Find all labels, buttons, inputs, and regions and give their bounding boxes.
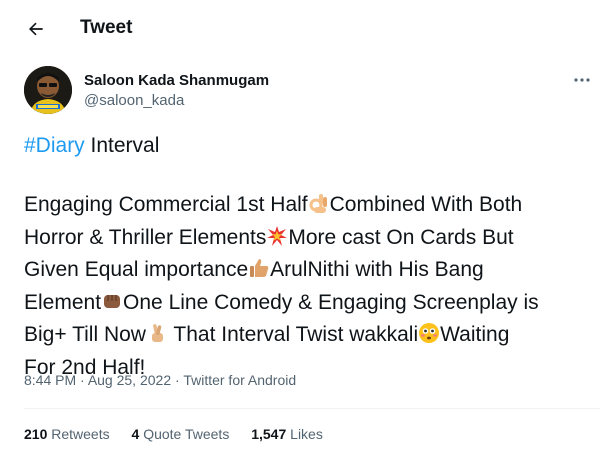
tweet-line: Given Equal importance ArulNithi with Hi…	[24, 255, 584, 288]
tweet-line-text: Engaging Commercial 1st Half	[24, 193, 308, 216]
tweet-line: #Diary Interval	[24, 131, 584, 161]
ok-hand-icon	[308, 192, 330, 223]
tweet-line-text: Interval	[84, 134, 160, 157]
likes-label: Likes	[290, 426, 323, 442]
tweet-line-text: Combined With Both	[329, 193, 523, 216]
retweets-count: 210	[24, 426, 48, 442]
tweet-metadata: 8:44 PM · Aug 25, 2022 · Twitter for And…	[24, 372, 296, 388]
tweet-line-text: Horror & Thriller Elements	[24, 225, 267, 249]
tweet-text: #Diary Interval Engaging Commercial 1st …	[24, 131, 584, 382]
tweet-line-text: ArulNithi with His Bang	[270, 258, 484, 281]
tweet-line-text: One Line Comedy & Engaging Screenplay is	[123, 290, 539, 314]
meta-separator: ·	[76, 372, 88, 388]
more-options-button[interactable]	[568, 70, 596, 90]
fist-bump-icon	[101, 290, 123, 321]
tweet-author: Saloon Kada Shanmugam @saloon_kada	[24, 66, 590, 118]
divider	[24, 408, 600, 409]
tweet-stats: 210 Retweets 4 Quote Tweets 1,547 Likes	[24, 426, 341, 442]
hashtag-link[interactable]: #Diary	[24, 134, 85, 157]
meta-separator: ·	[171, 372, 184, 388]
likes-count: 1,547	[251, 426, 287, 442]
avatar-image	[24, 66, 72, 114]
author-display-name[interactable]: Saloon Kada Shanmugam	[84, 72, 269, 89]
tweet-line-text: That Interval Twist wakkali	[167, 323, 419, 346]
tweet-line-text: Element	[24, 290, 102, 314]
tweet-source-link[interactable]: Twitter for Android	[183, 372, 296, 388]
tweet-line: Engaging Commercial 1st Half Combined Wi…	[24, 190, 584, 223]
thumbs-up-icon	[248, 257, 270, 288]
avatar[interactable]	[24, 66, 72, 114]
top-header: Tweet	[0, 0, 600, 58]
flushed-face-icon	[418, 322, 440, 353]
tweet-line-text: Waiting	[440, 323, 510, 346]
author-handle[interactable]: @saloon_kada	[84, 92, 184, 109]
quote-tweets-count: 4	[131, 426, 140, 442]
tweet-line: Big+ Till Now That Interval Twist wakkal…	[24, 320, 584, 353]
quote-tweets-label: Quote Tweets	[143, 426, 230, 442]
tweet-line-text: Big+ Till Now	[24, 323, 146, 346]
collision-icon	[266, 225, 288, 256]
page-title: Tweet	[80, 17, 133, 38]
tweet-time-link[interactable]: 8:44 PM	[24, 372, 76, 388]
retweets-stat[interactable]: 210 Retweets	[24, 426, 110, 442]
tweet-date-link[interactable]: Aug 25, 2022	[88, 372, 171, 388]
crossed-fingers-icon	[146, 322, 168, 353]
arrow-left-icon	[29, 22, 43, 36]
quote-tweets-stat[interactable]: 4 Quote Tweets	[132, 426, 230, 442]
likes-stat[interactable]: 1,547 Likes	[251, 426, 323, 442]
back-button[interactable]	[20, 13, 52, 45]
tweet-line-text: More cast On Cards But	[288, 225, 514, 249]
retweets-label: Retweets	[51, 426, 110, 442]
more-dots-icon	[574, 78, 590, 82]
tweet-line-text: Given Equal importance	[24, 258, 249, 281]
tweet-line: Horror & Thriller Elements More cast On …	[24, 223, 584, 256]
tweet-line: Element One Line Comedy & Engaging Scree…	[24, 288, 584, 321]
